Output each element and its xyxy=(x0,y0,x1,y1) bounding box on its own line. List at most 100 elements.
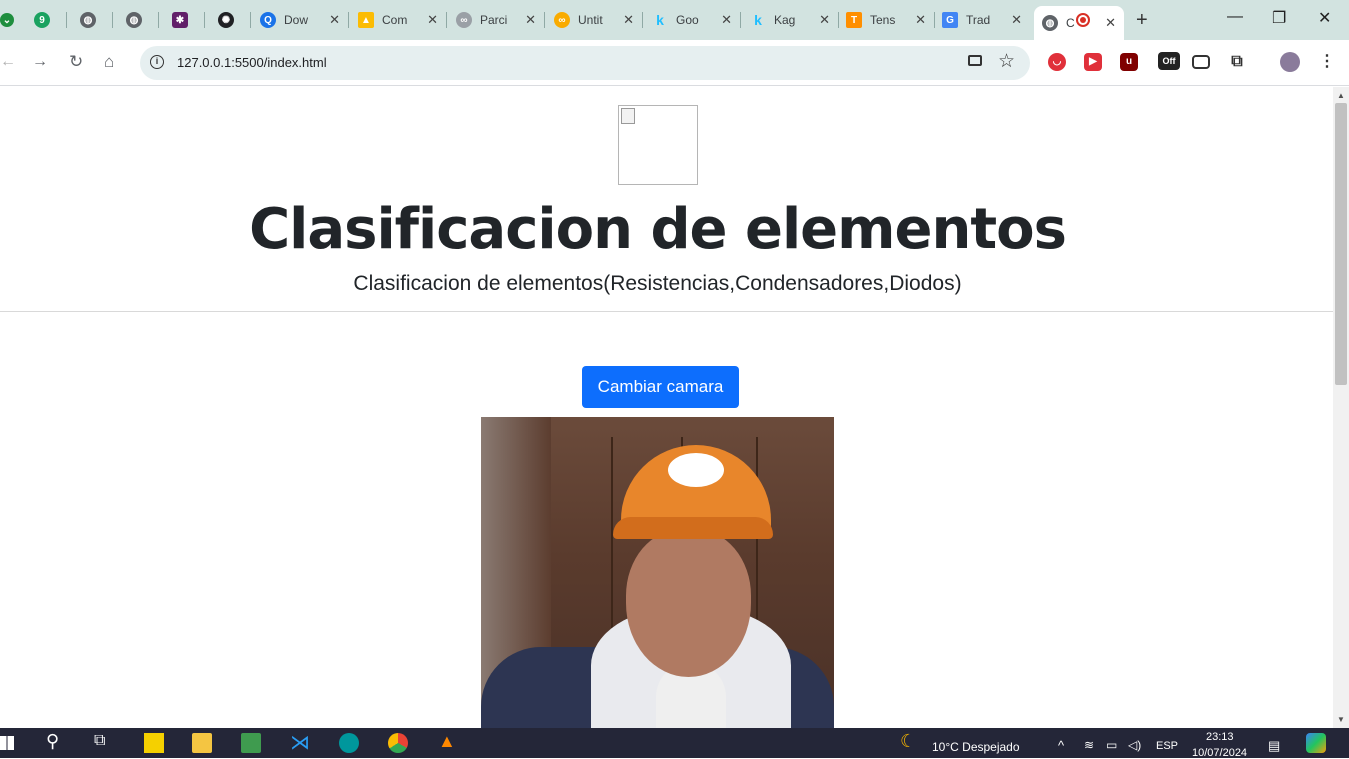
tab-title: Untit xyxy=(578,13,603,27)
close-icon[interactable]: ✕ xyxy=(427,12,438,28)
translate-icon: G xyxy=(942,12,958,28)
language-indicator[interactable]: ESP xyxy=(1156,740,1178,752)
video-cap-logo xyxy=(668,453,724,487)
close-icon[interactable]: ✕ xyxy=(819,12,830,28)
tab-1[interactable]: 9 xyxy=(34,6,50,34)
tab-5[interactable]: ✺ xyxy=(218,6,234,34)
scrollbar-thumb[interactable] xyxy=(1335,103,1347,385)
url-text[interactable]: 127.0.0.1:5500/index.html xyxy=(177,55,327,70)
camera-video-feed xyxy=(481,417,834,728)
tab-3[interactable]: ◍ xyxy=(126,6,142,34)
tab-4[interactable]: ✱ xyxy=(172,6,188,34)
restore-button[interactable]: ❐ xyxy=(1272,8,1286,28)
video-cap-visor xyxy=(613,517,773,539)
close-icon[interactable]: ✕ xyxy=(1105,15,1116,31)
tab-10[interactable]: k Goo ✕ xyxy=(652,6,740,34)
tab-9[interactable]: ∞ Untit ✕ xyxy=(554,6,642,34)
clock-time[interactable]: 23:13 xyxy=(1206,731,1234,743)
tab-12[interactable]: T Tens ✕ xyxy=(846,6,934,34)
page-title: Clasificacion de elementos xyxy=(249,197,1067,262)
recording-icon xyxy=(1076,13,1090,27)
tab-title: Com xyxy=(382,13,408,27)
tab-title: Tens xyxy=(870,13,896,27)
tab-separator xyxy=(642,12,643,28)
tab-title: Parci xyxy=(480,13,508,27)
switch-camera-button[interactable]: Cambiar camara xyxy=(582,366,739,408)
extension-off-icon[interactable]: Off xyxy=(1158,52,1180,70)
close-window-button[interactable]: ✕ xyxy=(1318,8,1331,28)
search-icon: Q xyxy=(260,12,276,28)
globe-icon: ◍ xyxy=(126,12,142,28)
tab-8[interactable]: ∞ Parci ✕ xyxy=(456,6,544,34)
page-content: Clasificacion de elementos Clasificacion… xyxy=(0,87,1333,728)
menu-dots-icon[interactable]: ⋮ xyxy=(1318,53,1336,71)
extension-pocket-icon[interactable]: ◡ xyxy=(1048,53,1066,71)
ublock-icon[interactable]: u xyxy=(1120,53,1138,71)
tab-title: Kag xyxy=(774,13,796,27)
globe-icon: ◍ xyxy=(80,12,96,28)
tab-separator xyxy=(158,12,159,28)
speaker-icon[interactable]: ◁) xyxy=(1128,738,1141,752)
spreadsheet-app-icon[interactable] xyxy=(241,733,261,753)
tab-separator xyxy=(204,12,205,28)
back-arrow-icon[interactable]: ← xyxy=(0,52,16,72)
new-tab-button[interactable]: + xyxy=(1136,10,1148,30)
close-icon[interactable]: ✕ xyxy=(623,12,634,28)
close-icon[interactable]: ✕ xyxy=(1011,12,1022,28)
tab-6[interactable]: Q Dow ✕ xyxy=(260,6,348,34)
forward-arrow-icon[interactable]: → xyxy=(32,52,48,72)
colab-icon: ∞ xyxy=(456,12,472,28)
page-scrollbar[interactable]: ▲ ▼ xyxy=(1333,87,1349,728)
tab-13[interactable]: G Trad ✕ xyxy=(942,6,1030,34)
bookmark-star-icon[interactable]: ☆ xyxy=(998,50,1015,73)
vscode-icon[interactable]: ⋊ xyxy=(290,730,310,754)
windows-start-icon[interactable] xyxy=(0,736,14,750)
minimize-button[interactable]: — xyxy=(1227,8,1243,26)
divider xyxy=(0,311,1333,312)
tab-7[interactable]: ▲ Com ✕ xyxy=(358,6,446,34)
site-info-icon[interactable]: i xyxy=(150,55,164,69)
task-view-icon[interactable]: ⧉ xyxy=(94,732,114,752)
camera-in-use-icon[interactable] xyxy=(968,55,982,66)
tab-2[interactable]: ◍ xyxy=(80,6,96,34)
tab-active[interactable]: ◍ C ✕ xyxy=(1034,6,1124,40)
chevron-up-icon[interactable]: ^ xyxy=(1058,738,1064,753)
scroll-up-arrow-icon[interactable]: ▲ xyxy=(1337,91,1345,100)
weather-text[interactable]: 10°C Despejado xyxy=(932,740,1020,754)
tab-11[interactable]: k Kag ✕ xyxy=(750,6,838,34)
file-explorer-icon[interactable] xyxy=(192,733,212,753)
extension-shield-icon[interactable]: ▶ xyxy=(1084,53,1102,71)
profile-avatar[interactable] xyxy=(1280,52,1300,72)
globe-icon: ◍ xyxy=(1042,15,1058,31)
kaggle-icon: k xyxy=(754,12,762,28)
arduino-icon[interactable] xyxy=(339,733,359,753)
tab-separator xyxy=(740,12,741,28)
close-icon[interactable]: ✕ xyxy=(525,12,536,28)
reload-icon[interactable]: ↻ xyxy=(69,52,83,72)
tab-separator xyxy=(838,12,839,28)
close-icon[interactable]: ✕ xyxy=(329,12,340,28)
colab-icon: ∞ xyxy=(554,12,570,28)
battery-icon[interactable]: ▭ xyxy=(1106,738,1117,752)
chrome-icon[interactable] xyxy=(388,733,408,753)
tab-search-dropdown[interactable]: ⌄ xyxy=(0,6,14,34)
sticky-notes-icon[interactable] xyxy=(144,733,164,753)
moon-weather-icon: ☾ xyxy=(900,731,917,751)
chevron-down-icon: ⌄ xyxy=(0,13,14,27)
wifi-icon[interactable]: ≋ xyxy=(1084,738,1094,752)
extensions-puzzle-icon[interactable]: ⧉ xyxy=(1228,53,1246,71)
home-icon[interactable]: ⌂ xyxy=(104,52,114,72)
copilot-icon[interactable] xyxy=(1306,733,1326,753)
scroll-down-arrow-icon[interactable]: ▼ xyxy=(1337,715,1345,724)
logo-image-broken xyxy=(618,105,698,185)
close-icon[interactable]: ✕ xyxy=(915,12,926,28)
vlc-icon[interactable]: ▲ xyxy=(438,731,458,751)
close-icon[interactable]: ✕ xyxy=(721,12,732,28)
media-control-icon[interactable] xyxy=(1192,55,1210,69)
g9-icon: 9 xyxy=(34,12,50,28)
search-icon[interactable]: ⚲ xyxy=(46,731,66,751)
tab-title: Dow xyxy=(284,13,309,27)
address-bar[interactable]: i 127.0.0.1:5500/index.html ☆ xyxy=(140,46,1030,80)
clock-date[interactable]: 10/07/2024 xyxy=(1192,747,1247,759)
notifications-icon[interactable]: ▤ xyxy=(1268,738,1280,754)
